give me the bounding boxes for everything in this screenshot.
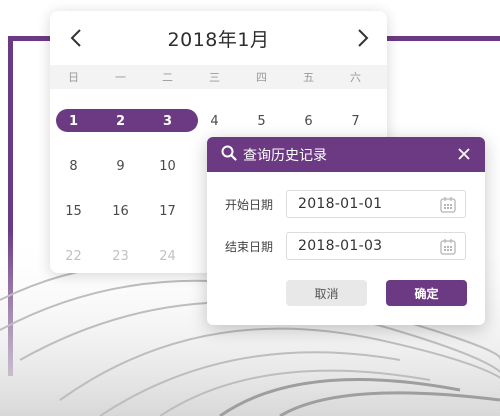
day-cell[interactable]: 24 [144, 249, 191, 264]
day-cell-selected[interactable]: 2 [97, 114, 144, 129]
day-cell-selected[interactable]: 3 [144, 114, 191, 129]
weekday-label: 六 [350, 71, 361, 84]
day-cell[interactable]: 7 [332, 114, 379, 129]
weekday-label: 一 [115, 71, 126, 84]
weekday-label: 二 [162, 71, 173, 84]
chevron-right-icon[interactable] [351, 25, 375, 51]
confirm-button[interactable]: 确定 [386, 280, 467, 306]
day-cell[interactable]: 10 [144, 159, 191, 174]
query-history-dialog: 查询历史记录 开始日期 2018-01-01 结束日期 2018-01-03 取… [207, 137, 485, 325]
day-cell-selected[interactable]: 1 [50, 114, 97, 129]
calendar-icon[interactable] [440, 238, 456, 259]
weekday-label: 三 [209, 71, 220, 84]
day-cell[interactable]: 4 [191, 114, 238, 129]
start-date-row: 开始日期 2018-01-01 [207, 189, 485, 219]
dialog-title: 查询历史记录 [243, 147, 327, 164]
day-cell[interactable]: 23 [97, 249, 144, 264]
end-date-row: 结束日期 2018-01-03 [207, 231, 485, 261]
day-cell[interactable]: 22 [50, 249, 97, 264]
end-date-value: 2018-01-03 [298, 238, 383, 254]
day-cell[interactable]: 5 [238, 114, 285, 129]
day-cell[interactable]: 6 [285, 114, 332, 129]
dialog-header: 查询历史记录 [207, 137, 485, 172]
day-cell[interactable]: 9 [97, 159, 144, 174]
end-date-field[interactable]: 2018-01-03 [286, 232, 466, 260]
start-date-field[interactable]: 2018-01-01 [286, 190, 466, 218]
search-icon [221, 145, 237, 165]
day-cell[interactable]: 8 [50, 159, 97, 174]
end-date-label: 结束日期 [225, 239, 274, 254]
weekday-header: 日 一 二 三 四 五 六 [50, 65, 387, 89]
calendar-icon[interactable] [440, 196, 456, 217]
weekday-label: 四 [256, 71, 267, 84]
start-date-value: 2018-01-01 [298, 196, 383, 212]
cancel-button[interactable]: 取消 [286, 280, 367, 306]
close-icon[interactable] [455, 145, 473, 163]
start-date-label: 开始日期 [225, 197, 274, 212]
day-cell[interactable]: 17 [144, 204, 191, 219]
calendar-header: 2018年1月 [50, 11, 387, 65]
day-cell[interactable]: 16 [97, 204, 144, 219]
weekday-label: 日 [68, 71, 79, 84]
month-title: 2018年1月 [167, 28, 270, 51]
chevron-left-icon[interactable] [64, 25, 88, 51]
weekday-label: 五 [303, 71, 314, 84]
day-cell[interactable]: 15 [50, 204, 97, 219]
